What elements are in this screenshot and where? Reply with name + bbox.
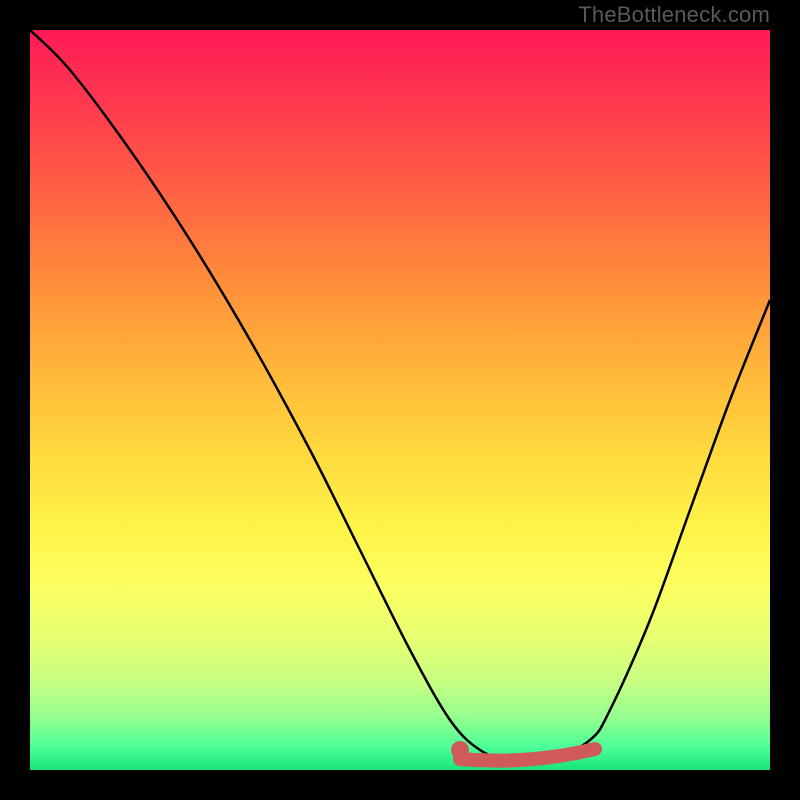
bottleneck-curve xyxy=(30,30,770,762)
optimal-point-dot xyxy=(451,741,469,759)
watermark-text: TheBottleneck.com xyxy=(578,2,770,28)
plot-area xyxy=(30,30,770,770)
curve-layer xyxy=(30,30,770,770)
